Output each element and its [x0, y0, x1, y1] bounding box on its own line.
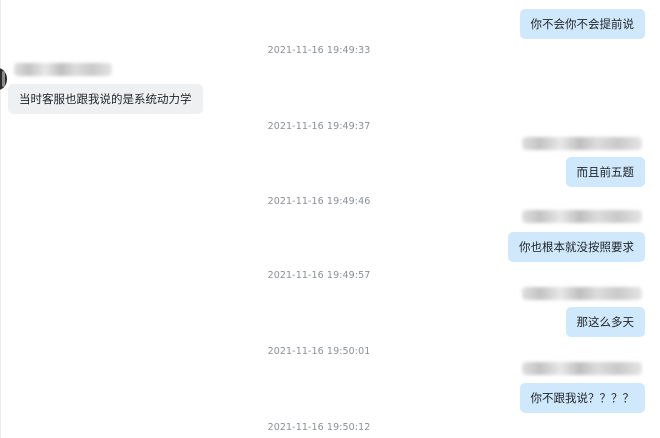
sender-avatar[interactable] — [0, 68, 7, 90]
blurred-sender-name — [522, 287, 642, 300]
message-timestamp: 2021-11-16 19:50:01 — [267, 346, 371, 357]
blurred-sender-name — [522, 210, 642, 223]
outgoing-message-bubble[interactable]: 你不会你不会提前说 — [519, 9, 645, 39]
blurred-sender-name — [14, 63, 112, 76]
outgoing-message-bubble[interactable]: 你不跟我说？？？？ — [519, 383, 645, 413]
outgoing-message-bubble[interactable]: 那这么多天 — [565, 307, 645, 337]
message-timestamp: 2021-11-16 19:49:33 — [267, 45, 371, 56]
panel-divider — [0, 0, 1, 438]
blurred-sender-name — [522, 137, 642, 150]
blurred-sender-name — [522, 362, 642, 375]
outgoing-message-bubble[interactable]: 而且前五题 — [565, 157, 645, 187]
message-timestamp: 2021-11-16 19:49:37 — [267, 121, 371, 132]
incoming-message-bubble[interactable]: 当时客服也跟我说的是系统动力学 — [8, 84, 203, 114]
message-timestamp: 2021-11-16 19:49:46 — [267, 196, 371, 207]
message-timestamp: 2021-11-16 19:49:57 — [267, 270, 371, 281]
outgoing-message-bubble[interactable]: 你也根本就没按照要求 — [508, 232, 645, 262]
chat-history[interactable]: 你不会你不会提前说 2021-11-16 19:49:33 当时客服也跟我说的是… — [0, 0, 660, 438]
message-timestamp: 2021-11-16 19:50:12 — [267, 422, 371, 433]
